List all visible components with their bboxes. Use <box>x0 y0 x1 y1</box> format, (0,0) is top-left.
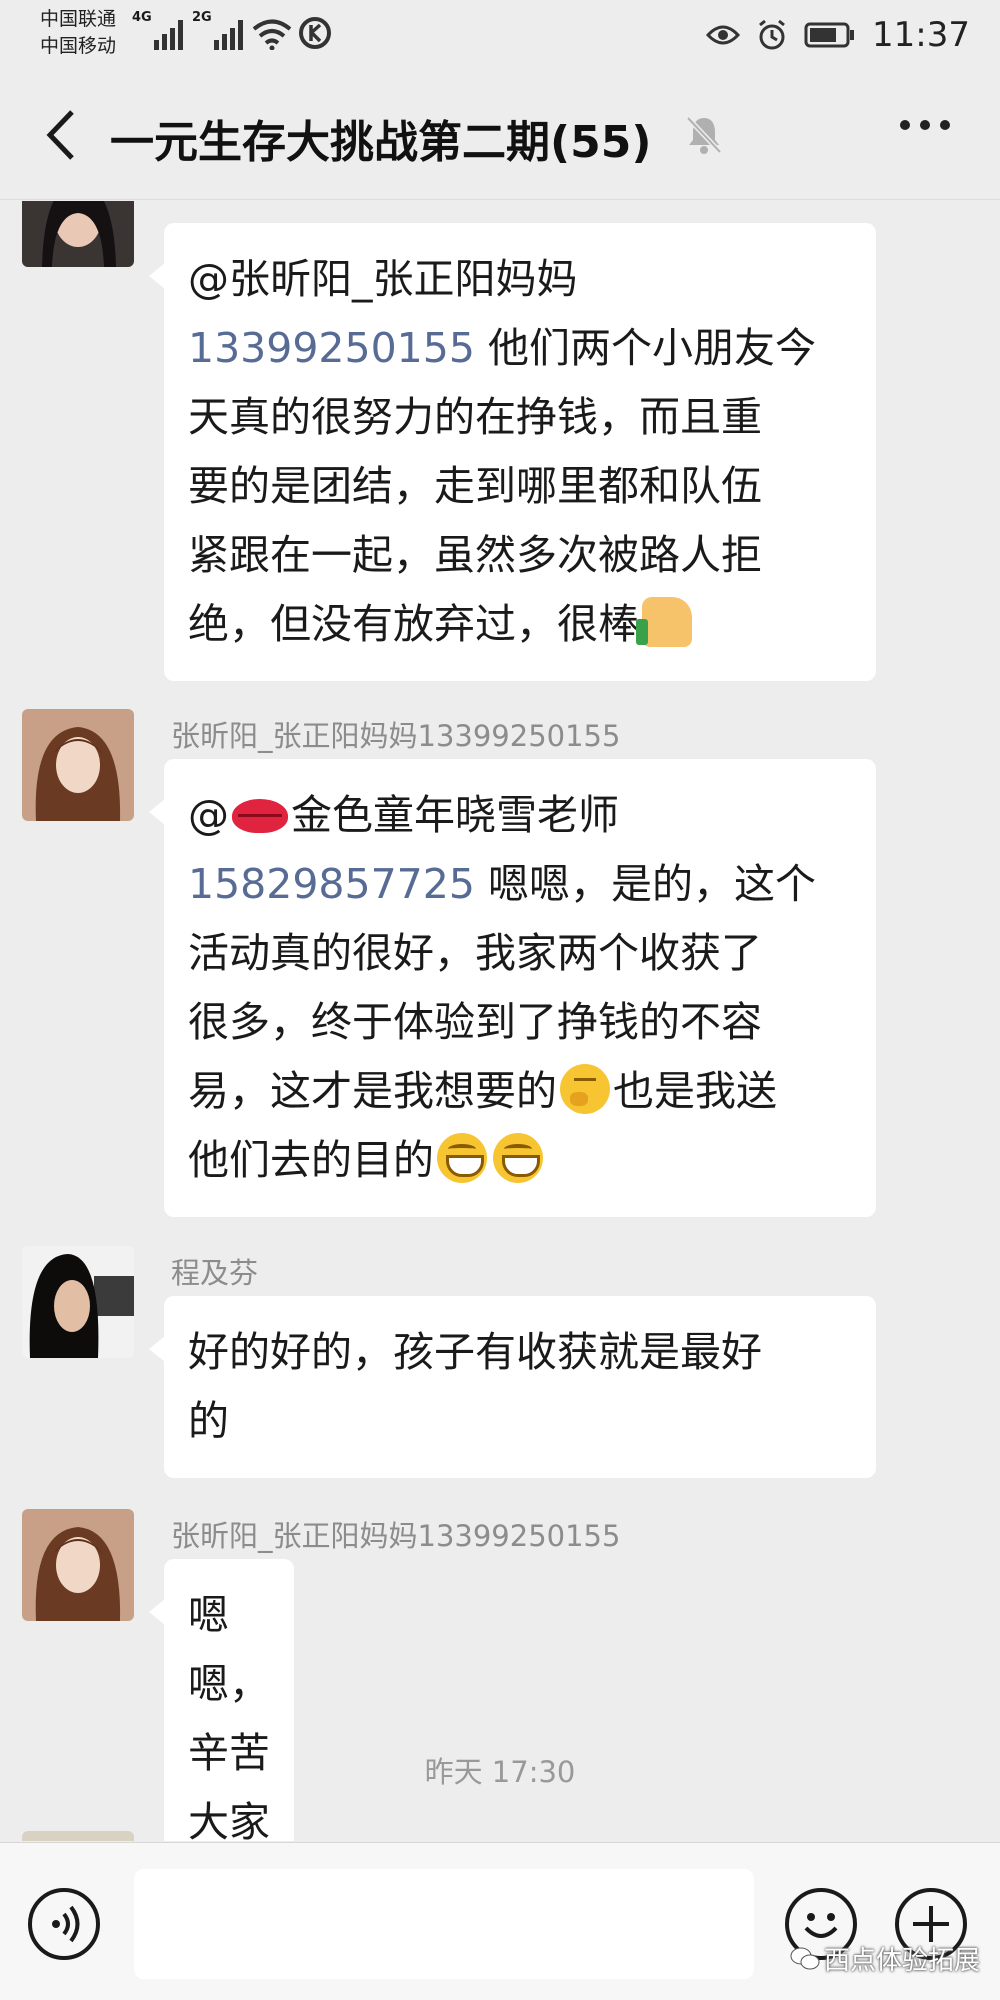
watermark-text: 西点体验拓展 <box>824 1946 981 1976</box>
message-bubble[interactable]: 好的好的，孩子有收获就是最好的 <box>149 1296 876 1478</box>
phone-link[interactable]: 13399250155 <box>188 324 475 372</box>
voice-button[interactable] <box>28 1888 100 1960</box>
clock: 11:37 <box>872 15 970 55</box>
message-text: @ <box>188 791 229 839</box>
message-line: 活动真的很好，我家两个收获了 <box>188 919 852 988</box>
message-list[interactable]: @张昕阳_张正阳妈妈 13399250155 他们两个小朋友今 天真的很努力的在挣钱… <box>0 201 1000 1841</box>
timestamp: 昨天 17:30 <box>424 1755 576 1789</box>
message-text: 很多，终于体验到了挣钱的不容 <box>188 998 762 1046</box>
signal-2-icon: 2G <box>192 10 243 50</box>
battery-icon <box>804 22 855 48</box>
wechat-logo-icon <box>790 1947 820 1969</box>
thinking-emoji <box>560 1064 610 1114</box>
back-button[interactable] <box>38 108 88 162</box>
message-text: 他们去的目的 <box>188 1136 434 1184</box>
message-text: 嗯嗯，是的，这个 <box>474 860 816 908</box>
message-line: 15829857725 嗯嗯，是的，这个 <box>188 850 852 919</box>
sender-name: 张昕阳_张正阳妈妈13399250155 <box>171 719 621 753</box>
chat-title: 一元生存大挑战第二期(55) <box>110 117 652 168</box>
message-line: 紧跟在一起，虽然多次被路人拒 <box>188 521 852 590</box>
watermark: 西点体验拓展 <box>790 1940 980 1977</box>
grin-emoji <box>493 1133 543 1183</box>
sender-name: 程及芬 <box>171 1256 259 1290</box>
kiss-lips-emoji <box>232 799 288 833</box>
chat-header: 一元生存大挑战第二期(55) <box>0 70 1000 200</box>
bell-muted-icon <box>686 116 722 154</box>
message-text: @张昕阳_张正阳妈妈 <box>188 255 578 303</box>
message-line: 他们去的目的 <box>188 1126 852 1195</box>
message-text: 金色童年晓雪老师 <box>291 791 619 839</box>
message-text: 的 <box>188 1397 229 1445</box>
message-text: 绝，但没有放弃过，很棒 <box>188 600 639 648</box>
avatar[interactable] <box>22 709 134 821</box>
avatar[interactable] <box>22 201 134 267</box>
message-text: 紧跟在一起，虽然多次被路人拒 <box>188 531 762 579</box>
message-text: 活动真的很好，我家两个收获了 <box>188 929 762 977</box>
k-app-icon <box>299 17 331 49</box>
more-button[interactable] <box>900 120 950 130</box>
grin-emoji <box>437 1133 487 1183</box>
sender-name: 张昕阳_张正阳妈妈13399250155 <box>171 1519 621 1553</box>
wifi-icon <box>252 19 292 50</box>
message-line: 很多，终于体验到了挣钱的不容 <box>188 988 852 1057</box>
message-bubble[interactable]: @ 金色童年晓雪老师 15829857725 嗯嗯，是的，这个活动真的很好，我家两个… <box>149 759 876 1217</box>
message-text: 好的好的，孩子有收获就是最好 <box>188 1328 762 1376</box>
carrier-labels: 中国联通 中国移动 <box>40 6 116 60</box>
phone-link[interactable]: 15829857725 <box>188 860 475 908</box>
carrier-1: 中国联通 <box>40 8 117 30</box>
message-line: @ 金色童年晓雪老师 <box>188 781 852 850</box>
message-line: 要的是团结，走到哪里都和队伍 <box>188 452 852 521</box>
avatar[interactable] <box>22 1246 134 1358</box>
voice-icon <box>52 1905 80 1943</box>
message-text: 嗯嗯，辛苦大家了 <box>188 1591 270 1841</box>
message-line: 天真的很努力的在挣钱，而且重 <box>188 383 852 452</box>
message-input[interactable] <box>134 1869 754 1979</box>
signal-1-icon: 4G <box>132 10 183 50</box>
status-right: 11:37 <box>706 10 970 60</box>
message-text: 天真的很努力的在挣钱，而且重 <box>188 393 762 441</box>
message-text: 也是我送 <box>613 1067 777 1115</box>
message-line: 易，这才是我想要的 也是我送 <box>188 1057 852 1126</box>
message-line: 嗯嗯，辛苦大家了 <box>188 1581 270 1841</box>
message-line: @张昕阳_张正阳妈妈 <box>188 245 852 314</box>
more-dots-icon <box>900 120 910 130</box>
message-line: 绝，但没有放弃过，很棒 <box>188 590 852 659</box>
message-text: 要的是团结，走到哪里都和队伍 <box>188 462 762 510</box>
status-bar: 中国联通 中国移动 4G 2G 11:37 <box>0 0 1000 70</box>
avatar[interactable] <box>22 1509 134 1621</box>
message-bubble[interactable]: @张昕阳_张正阳妈妈 13399250155 他们两个小朋友今天真的很努力的在挣钱… <box>149 223 876 681</box>
message-text: 易，这才是我想要的 <box>188 1067 557 1115</box>
thumbs-up-emoji <box>636 597 692 647</box>
message-line: 好的好的，孩子有收获就是最好 <box>188 1318 852 1387</box>
message-bubble[interactable]: 嗯嗯，辛苦大家了 <box>149 1559 294 1841</box>
avatar[interactable] <box>22 1831 134 1841</box>
message-line: 13399250155 他们两个小朋友今 <box>188 314 852 383</box>
message-line: 的 <box>188 1387 852 1456</box>
message-text: 他们两个小朋友今 <box>474 324 816 372</box>
eye-icon <box>706 25 741 45</box>
alarm-icon <box>759 19 785 50</box>
carrier-2: 中国移动 <box>40 35 117 57</box>
